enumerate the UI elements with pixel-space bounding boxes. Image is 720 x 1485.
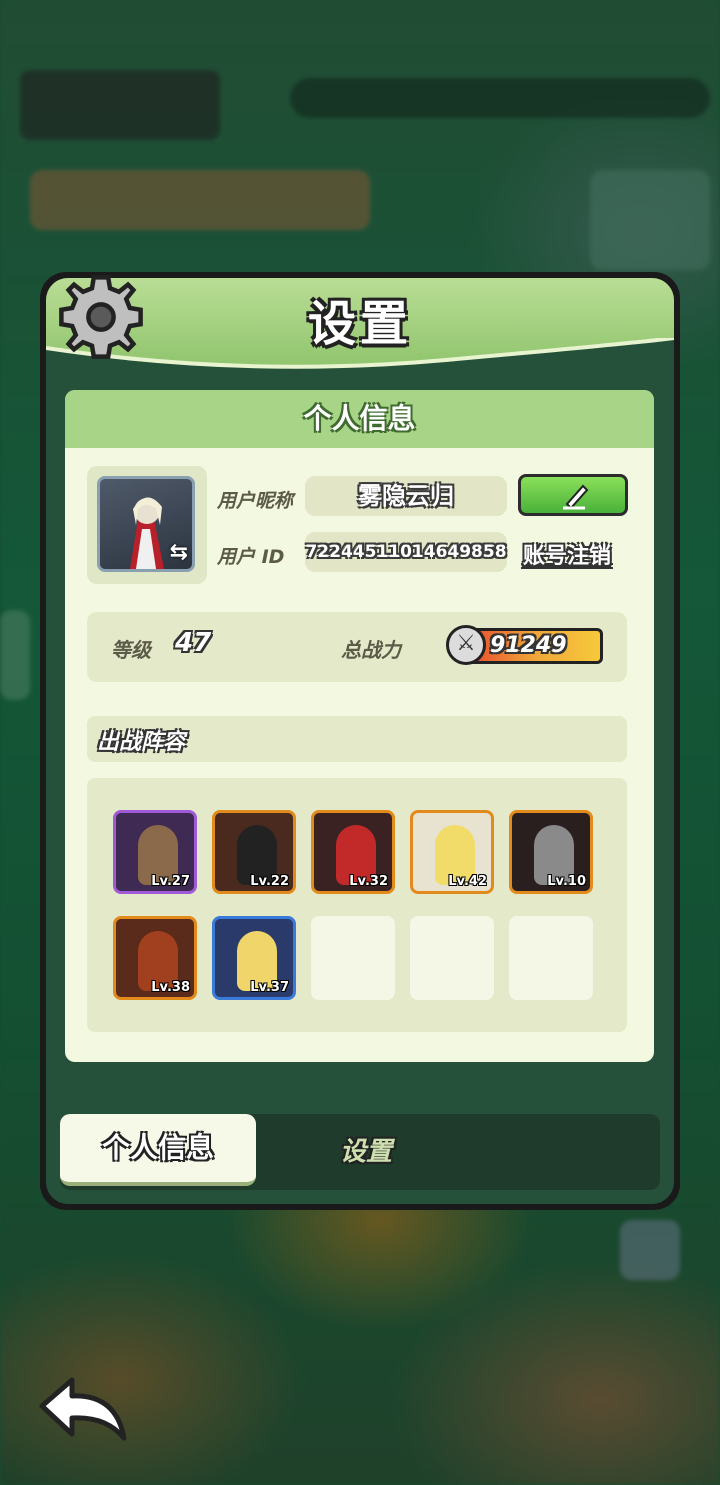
hero-level: Lv.27 <box>151 874 190 889</box>
hero-level: Lv.38 <box>151 980 190 995</box>
hero-slot-2[interactable]: Lv.22 <box>212 810 296 894</box>
power-badge: ⚔ 91249 <box>446 625 603 665</box>
card-title: 个人信息 <box>65 390 654 448</box>
power-value: 91249 <box>490 633 567 658</box>
back-arrow-icon[interactable] <box>36 1376 132 1446</box>
profile-card: 个人信息 ⇆ 用户昵称 雾隐云归 用户 ID 72244511014649858… <box>65 390 654 1062</box>
hero-level: Lv.42 <box>448 874 487 889</box>
tab-bar: 个人信息 设置 <box>60 1114 660 1190</box>
empty-hero-slot[interactable] <box>311 916 395 1000</box>
hero-level: Lv.37 <box>250 980 289 995</box>
hero-slot-5[interactable]: Lv.10 <box>509 810 593 894</box>
gear-icon <box>59 275 143 359</box>
level-label: 等级 <box>111 638 151 662</box>
hero-slot-6[interactable]: Lv.38 <box>113 916 197 1000</box>
edit-nickname-button[interactable] <box>518 474 628 516</box>
empty-hero-slot[interactable] <box>509 916 593 1000</box>
hero-slot-1[interactable]: Lv.27 <box>113 810 197 894</box>
hero-slot-7[interactable]: Lv.37 <box>212 916 296 1000</box>
hero-slot-3[interactable]: Lv.32 <box>311 810 395 894</box>
nickname-label: 用户昵称 <box>217 490 294 512</box>
crossed-swords-icon: ⚔ <box>446 625 486 665</box>
user-id-field: 72244511014649858 <box>305 532 507 572</box>
tab-profile[interactable]: 个人信息 <box>60 1114 256 1186</box>
user-id-label: 用户 ID <box>217 546 285 568</box>
lineup-title: 出战阵容 <box>97 730 186 755</box>
account-cancel-link[interactable]: 账号注销 <box>523 538 611 570</box>
hero-slot-4[interactable]: Lv.42 <box>410 810 494 894</box>
avatar-frame[interactable]: ⇆ <box>87 466 207 584</box>
nickname-field: 雾隐云归 <box>305 476 507 516</box>
power-label: 总战力 <box>341 638 401 662</box>
stats-row: 等级 47 总战力 ⚔ 91249 <box>87 612 627 682</box>
pencil-icon <box>563 484 589 510</box>
lineup-header: 出战阵容 <box>87 716 627 762</box>
avatar[interactable]: ⇆ <box>97 476 195 572</box>
tab-settings[interactable]: 设置 <box>340 1114 392 1190</box>
lineup-grid: Lv.27 Lv.22 Lv.32 Lv.42 Lv.10 Lv.38 Lv.3… <box>87 778 627 1032</box>
empty-hero-slot[interactable] <box>410 916 494 1000</box>
hero-level: Lv.22 <box>250 874 289 889</box>
hero-level: Lv.10 <box>547 874 586 889</box>
swap-arrows-icon[interactable]: ⇆ <box>170 540 188 565</box>
hero-level: Lv.32 <box>349 874 388 889</box>
level-value: 47 <box>175 628 212 658</box>
